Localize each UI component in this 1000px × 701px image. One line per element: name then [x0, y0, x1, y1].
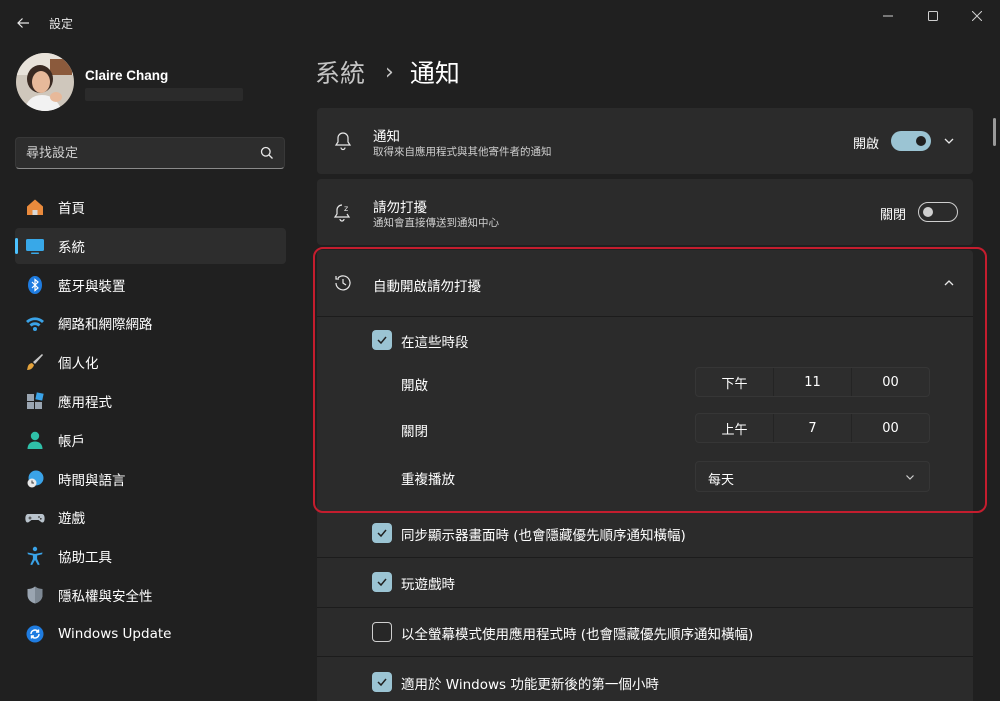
search-box[interactable]: [15, 137, 285, 169]
checkmark-icon: [377, 529, 387, 538]
monitor-icon: [24, 235, 46, 257]
accessibility-icon: [24, 545, 46, 567]
sidebar-item-label: 時間與語言: [58, 472, 126, 489]
user-email-redacted: [85, 88, 243, 101]
divider: [317, 607, 973, 608]
back-button[interactable]: [10, 10, 36, 36]
page-title: 通知: [409, 59, 460, 88]
sidebar-item-label: 網路和網際網路: [58, 317, 153, 334]
option-label: 以全螢幕模式使用應用程式時 (也會隱藏優先順序通知橫幅): [401, 627, 754, 643]
title-bar: 設定: [0, 0, 1000, 46]
sidebar-item-label: 隱私權與安全性: [58, 588, 153, 605]
sidebar-item-label: 應用程式: [58, 394, 112, 411]
sidebar-item-apps[interactable]: 應用程式: [15, 383, 286, 419]
checkmark-icon: [377, 578, 387, 587]
close-button[interactable]: [954, 0, 1000, 32]
sidebar-item-system[interactable]: 系統: [15, 227, 286, 264]
option-label: 玩遊戲時: [401, 577, 455, 593]
dnd-state-label: 關閉: [880, 208, 907, 223]
clock-globe-icon: [24, 468, 46, 490]
bell-snooze-icon: z: [332, 201, 354, 223]
divider: [317, 557, 973, 558]
sidebar-item-label: 遊戲: [58, 511, 85, 528]
sidebar-item-accounts[interactable]: 帳戶: [15, 422, 286, 458]
breadcrumb-parent[interactable]: 系統: [315, 54, 365, 90]
gamepad-icon: [24, 506, 46, 528]
notifications-card[interactable]: 通知 取得來自應用程式與其他寄件者的通知 開啟: [317, 108, 973, 174]
user-profile[interactable]: Claire Chang: [16, 53, 286, 113]
bell-icon: [332, 130, 354, 152]
sidebar-item-home[interactable]: 首頁: [15, 189, 286, 225]
back-arrow-icon: [17, 18, 29, 28]
sidebar-item-bluetooth[interactable]: 藍牙與裝置: [15, 267, 286, 303]
apps-icon: [24, 390, 46, 412]
highlight-frame: [313, 247, 987, 513]
sidebar-item-network[interactable]: 網路和網際網路: [15, 305, 286, 341]
sidebar-item-windows-update[interactable]: Windows Update: [15, 616, 286, 652]
option-label: 適用於 Windows 功能更新後的第一個小時: [401, 677, 659, 693]
notifications-toggle[interactable]: [891, 131, 931, 151]
option-checkbox[interactable]: [372, 672, 392, 692]
sidebar-item-label: 個人化: [58, 356, 99, 373]
person-icon: [24, 429, 46, 451]
sidebar-item-label: Windows Update: [58, 625, 172, 642]
scrollbar[interactable]: [993, 118, 996, 146]
avatar: [16, 53, 74, 111]
home-icon: [24, 196, 46, 218]
sidebar-nav: 首頁 系統 藍牙與裝置 網路和網際網路 個人化 應用程式 帳戶 時間與語言 遊戲…: [15, 189, 286, 655]
dnd-subtitle: 通知會直接傳送到通知中心: [373, 217, 499, 229]
wifi-icon: [24, 312, 46, 334]
bluetooth-icon: [24, 274, 46, 296]
auto-dnd-options: 同步顯示器畫面時 (也會隱藏優先順序通知橫幅) 玩遊戲時 以全螢幕模式使用應用程…: [317, 509, 973, 701]
option-checkbox[interactable]: [372, 572, 392, 592]
sidebar-item-time-language[interactable]: 時間與語言: [15, 461, 286, 497]
checkmark-icon: [377, 678, 387, 687]
user-name: Claire Chang: [85, 68, 169, 83]
app-title: 設定: [49, 17, 74, 31]
sidebar-item-label: 首頁: [58, 201, 85, 217]
sidebar-item-personalization[interactable]: 個人化: [15, 344, 286, 380]
paintbrush-icon: [24, 351, 46, 373]
divider: [317, 656, 973, 657]
sidebar-item-accessibility[interactable]: 協助工具: [15, 538, 286, 574]
sidebar-item-label: 系統: [58, 239, 85, 256]
notifications-title: 通知: [373, 129, 400, 145]
dnd-toggle[interactable]: [918, 202, 958, 222]
option-label: 同步顯示器畫面時 (也會隱藏優先順序通知橫幅): [401, 528, 686, 544]
breadcrumb-separator: ›: [385, 59, 394, 85]
minimize-icon: [883, 15, 893, 17]
option-checkbox[interactable]: [372, 622, 392, 642]
minimize-button[interactable]: [865, 0, 911, 32]
shield-icon: [24, 584, 46, 606]
sidebar-item-gaming[interactable]: 遊戲: [15, 499, 286, 535]
option-checkbox[interactable]: [372, 523, 392, 543]
sidebar-item-label: 協助工具: [58, 550, 112, 567]
refresh-icon: [24, 623, 46, 645]
notifications-state-label: 開啟: [853, 137, 880, 152]
notifications-subtitle: 取得來自應用程式與其他寄件者的通知: [373, 146, 552, 158]
svg-text:z: z: [344, 204, 348, 213]
breadcrumb: 系統 › 通知: [315, 54, 460, 90]
chevron-down-icon[interactable]: [941, 133, 957, 149]
sidebar-item-privacy-security[interactable]: 隱私權與安全性: [15, 577, 286, 613]
dnd-title: 請勿打擾: [373, 200, 427, 216]
sidebar-item-label: 帳戶: [58, 433, 85, 450]
sidebar-item-label: 藍牙與裝置: [58, 278, 126, 295]
maximize-button[interactable]: [910, 0, 956, 32]
maximize-icon: [928, 11, 938, 21]
do-not-disturb-card: z 請勿打擾 通知會直接傳送到通知中心 關閉: [317, 179, 973, 245]
close-icon: [972, 11, 982, 21]
search-icon[interactable]: [260, 146, 274, 160]
search-input[interactable]: [26, 144, 246, 162]
